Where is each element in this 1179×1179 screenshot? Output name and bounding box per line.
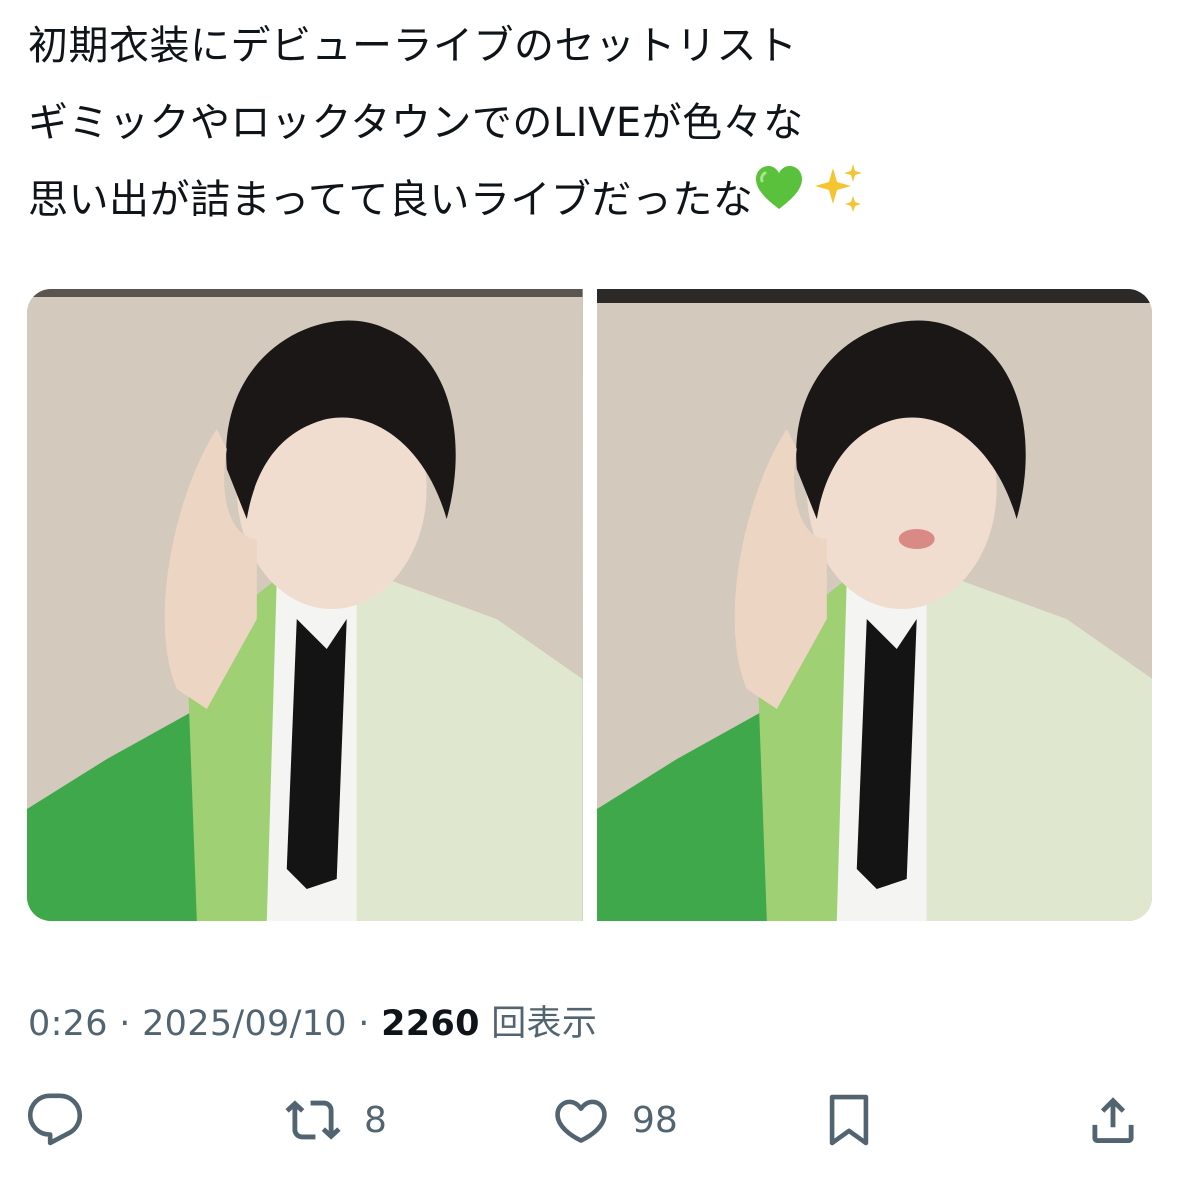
share-icon [1092, 1097, 1134, 1143]
tweet-time[interactable]: 0:26 [28, 1004, 108, 1044]
tweet-date[interactable]: 2025/09/10 [142, 1004, 347, 1044]
bookmark-button[interactable] [820, 1085, 878, 1155]
retweet-button[interactable]: 8 [284, 1085, 387, 1155]
bookmark-icon [829, 1094, 869, 1146]
tweet-line-3: 思い出が詰まってて良いライブだったな [28, 162, 1148, 242]
photo-2[interactable] [596, 289, 1152, 921]
reply-icon [27, 1093, 83, 1146]
media-grid [27, 289, 1152, 921]
sparkles-icon [813, 162, 867, 242]
meta-separator-1: · [119, 1004, 131, 1044]
retweet-icon [285, 1100, 341, 1140]
tweet-line-1: 初期衣装にデビューライブのセットリスト [28, 23, 798, 69]
photo-1[interactable] [27, 289, 583, 921]
like-count: 98 [632, 1099, 678, 1141]
reply-button[interactable] [26, 1085, 84, 1155]
meta-separator-2: · [358, 1004, 370, 1044]
retweet-count: 8 [364, 1099, 387, 1141]
tweet-meta: 0:26 · 2025/09/10 · 2260 回表示 [28, 995, 597, 1046]
tweet-line-3-text: 思い出が詰まってて良いライブだったな [28, 177, 754, 223]
tweet-line-2: ギミックやロックタウンでのLIVEが色々な [28, 100, 804, 146]
tweet-text: 初期衣装にデビューライブのセットリスト ギミックやロックタウンでのLIVEが色々… [28, 8, 1148, 242]
photo-2-image [596, 289, 1152, 921]
heart-icon [555, 1099, 607, 1143]
like-button[interactable]: 98 [552, 1085, 678, 1155]
green-heart-icon [753, 163, 805, 241]
action-bar: 8 98 [0, 1085, 1179, 1155]
share-button[interactable] [1084, 1085, 1142, 1155]
views-count: 2260 [381, 1004, 480, 1044]
views-label: 回表示 [491, 1004, 598, 1044]
photo-1-image [27, 289, 583, 921]
